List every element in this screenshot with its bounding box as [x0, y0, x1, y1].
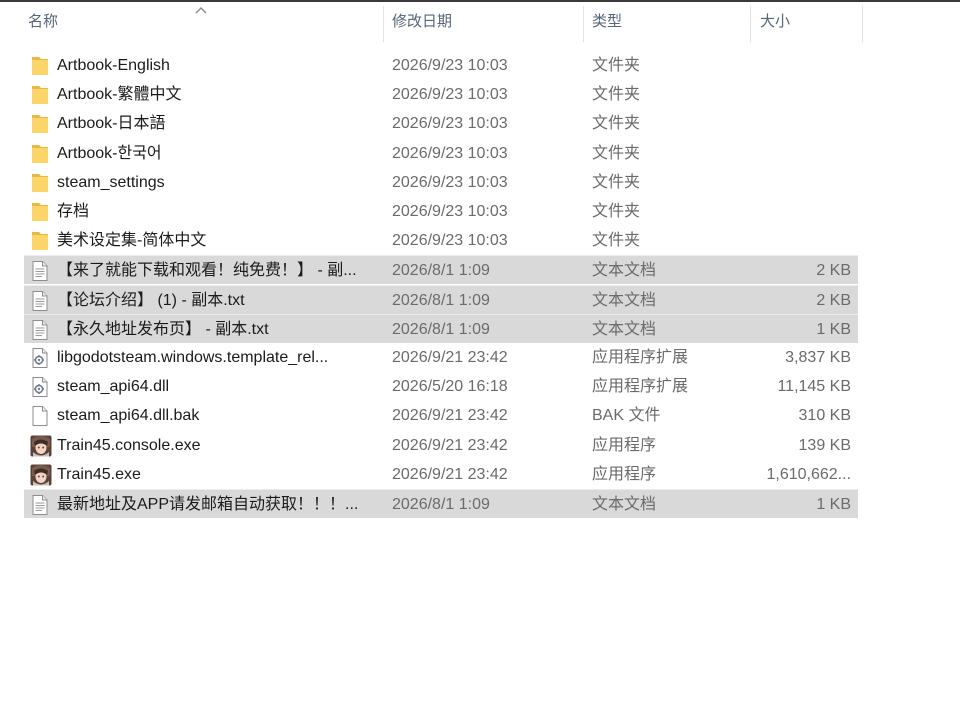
file-type: 应用程序扩展: [592, 349, 689, 366]
file-row[interactable]: 最新地址及APP请发邮箱自动获取！！！... 2026/8/1 1:09 文本文档 1…: [24, 489, 858, 518]
file-size: [750, 109, 851, 138]
file-name: Artbook-日本語: [57, 115, 166, 133]
file-size: [750, 226, 851, 255]
file-name: steam_api64.dll.bak: [57, 407, 200, 425]
file-name: Artbook-한국어: [57, 144, 162, 162]
file-name: Artbook-English: [57, 57, 170, 74]
file-size: [750, 168, 851, 197]
folder-icon: [30, 172, 50, 194]
file-row[interactable]: Artbook-한국어 2026/9/23 10:03 文件夹: [24, 139, 858, 168]
file-name: steam_settings: [57, 173, 165, 191]
file-name: libgodotsteam.windows.template_rel...: [57, 349, 329, 366]
file-type: 文本文档: [592, 291, 657, 309]
file-name: 存档: [57, 203, 90, 220]
file-size: 2 KB: [816, 262, 851, 280]
folder-icon: [30, 143, 50, 165]
file-size: [750, 197, 851, 226]
file-name: Train45.console.exe: [57, 436, 201, 454]
file-row[interactable]: 【永久地址发布页】 - 副本.txt 2026/8/1 1:09 文本文档 1 KB: [24, 313, 858, 343]
file-type: 文件夹: [592, 232, 641, 250]
dll-file-icon: [30, 376, 50, 398]
file-row[interactable]: libgodotsteam.windows.template_rel... 202…: [24, 343, 858, 372]
file-type: 文件夹: [592, 86, 641, 104]
file-size: [750, 139, 851, 168]
file-name: steam_api64.dll: [57, 378, 170, 396]
file-name: 【来了就能下载和观看！纯免费！】 - 副...: [57, 262, 357, 280]
text-file-icon: [30, 260, 50, 282]
file-modified-date: 2026/5/20 16:18: [392, 378, 508, 396]
text-file-icon: [30, 494, 50, 516]
file-name: 【永久地址发布页】 - 副本.txt: [57, 320, 269, 338]
file-modified-date: 2026/9/23 10:03: [392, 232, 508, 250]
file-modified-date: 2026/9/23 10:03: [392, 203, 508, 220]
file-size: [750, 51, 851, 80]
file-modified-date: 2026/9/21 23:42: [392, 349, 508, 366]
file-row[interactable]: Artbook-繁體中文 2026/9/23 10:03 文件夹: [24, 80, 858, 109]
folder-icon: [30, 113, 50, 135]
file-modified-date: 2026/9/21 23:42: [392, 465, 508, 483]
app-exe-icon: [30, 464, 52, 486]
file-name: 最新地址及APP请发邮箱自动获取！！！...: [57, 496, 359, 513]
file-modified-date: 2026/9/21 23:42: [392, 436, 508, 454]
dll-file-icon: [30, 347, 50, 369]
file-type: 文本文档: [592, 496, 657, 513]
file-modified-date: 2026/9/23 10:03: [392, 173, 508, 191]
file-modified-date: 2026/8/1 1:09: [392, 291, 490, 309]
file-modified-date: 2026/9/23 10:03: [392, 144, 508, 162]
file-row[interactable]: 存档 2026/9/23 10:03 文件夹: [24, 197, 858, 226]
file-type: 文件夹: [592, 57, 641, 74]
file-size: 3,837 KB: [785, 349, 851, 366]
folder-icon: [30, 230, 50, 252]
file-row[interactable]: 美术设定集-简体中文 2026/9/23 10:03 文件夹: [24, 226, 858, 255]
file-row[interactable]: 【来了就能下载和观看！纯免费！】 - 副... 2026/8/1 1:09 文本文档…: [24, 255, 858, 285]
file-list: Artbook-English 2026/9/23 10:03 文件夹 Artbook…: [0, 0, 960, 712]
text-file-icon: [30, 319, 50, 341]
file-type: 应用程序扩展: [592, 378, 689, 396]
file-type: 文件夹: [592, 144, 641, 162]
file-type: 应用程序: [592, 465, 657, 483]
folder-icon: [30, 55, 50, 77]
file-name: Artbook-繁體中文: [57, 86, 182, 104]
file-size: 1 KB: [816, 496, 851, 513]
text-file-icon: [30, 290, 50, 312]
file-size: 310 KB: [798, 407, 851, 425]
file-name: 【论坛介绍】 (1) - 副本.txt: [57, 291, 245, 309]
folder-icon: [30, 201, 50, 223]
file-row[interactable]: Train45.console.exe 2026/9/21 23:42 应用程序 13…: [24, 431, 858, 460]
folder-icon: [30, 84, 50, 106]
file-row[interactable]: steam_api64.dll 2026/5/20 16:18 应用程序扩展 11,1…: [24, 372, 858, 401]
file-type: 文件夹: [592, 115, 641, 133]
file-type: 文件夹: [592, 203, 641, 220]
file-row[interactable]: steam_settings 2026/9/23 10:03 文件夹: [24, 168, 858, 197]
file-row[interactable]: Artbook-日本語 2026/9/23 10:03 文件夹: [24, 109, 858, 138]
file-row[interactable]: steam_api64.dll.bak 2026/9/21 23:42 BAK 文件…: [24, 401, 858, 430]
file-modified-date: 2026/8/1 1:09: [392, 262, 490, 280]
blank-file-icon: [30, 405, 50, 427]
file-modified-date: 2026/9/21 23:42: [392, 407, 508, 425]
file-type: 文本文档: [592, 262, 657, 280]
file-modified-date: 2026/9/23 10:03: [392, 57, 508, 74]
file-name: Train45.exe: [57, 465, 141, 483]
file-modified-date: 2026/9/23 10:03: [392, 115, 508, 133]
file-type: 文本文档: [592, 320, 657, 338]
file-type: 文件夹: [592, 173, 641, 191]
file-row[interactable]: Artbook-English 2026/9/23 10:03 文件夹: [24, 51, 858, 80]
file-size: 2 KB: [816, 291, 851, 309]
file-size: 1,610,662...: [766, 465, 851, 483]
file-size: 11,145 KB: [777, 378, 851, 396]
file-modified-date: 2026/8/1 1:09: [392, 496, 490, 513]
app-exe-icon: [30, 435, 52, 457]
file-type: BAK 文件: [592, 407, 661, 425]
file-type: 应用程序: [592, 436, 657, 454]
file-name: 美术设定集-简体中文: [57, 232, 207, 250]
file-modified-date: 2026/8/1 1:09: [392, 320, 490, 338]
file-size: 1 KB: [816, 320, 851, 338]
file-modified-date: 2026/9/23 10:03: [392, 86, 508, 104]
file-row[interactable]: Train45.exe 2026/9/21 23:42 应用程序 1,610,662.…: [24, 460, 858, 489]
file-row[interactable]: 【论坛介绍】 (1) - 副本.txt 2026/8/1 1:09 文本文档 2 KB: [24, 284, 858, 314]
file-size: 139 KB: [798, 436, 851, 454]
file-size: [750, 80, 851, 109]
